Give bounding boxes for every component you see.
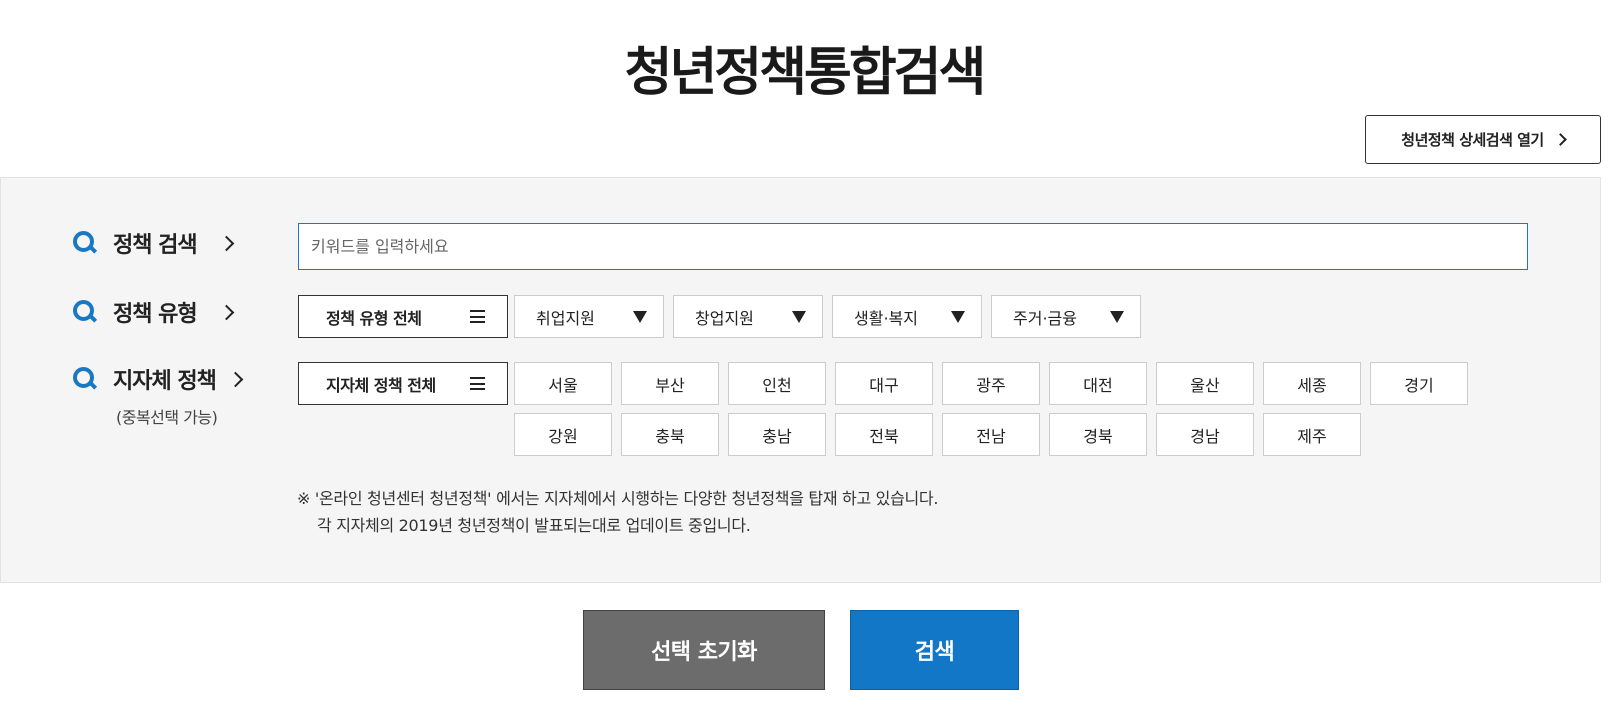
search-panel: 정책 검색 정책 유형 정책 유형 전체 취업지원 창업지원 생활·복지 주거·… — [0, 177, 1601, 583]
policy-type-dropdown-housing[interactable]: 주거·금융 — [991, 295, 1141, 338]
policy-type-dropdown-welfare[interactable]: 생활·복지 — [832, 295, 982, 338]
caret-down-icon — [951, 310, 965, 323]
local-policy-all-button[interactable]: 지자체 정책 전체 — [298, 362, 508, 405]
region-button-chungbuk[interactable]: 충북 — [621, 413, 719, 456]
multi-select-hint: (중복선택 가능) — [116, 408, 218, 427]
policy-type-all-button[interactable]: 정책 유형 전체 — [298, 295, 508, 338]
dropdown-label: 취업지원 — [536, 308, 595, 328]
local-policy-row-label: 지자체 정책 — [71, 363, 244, 395]
page-title: 청년정책통합검색 — [624, 43, 987, 103]
notice-text: ※ '온라인 청년센터 청년정책' 에서는 지자체에서 시행하는 다양한 청년정… — [297, 485, 938, 539]
search-icon — [71, 298, 99, 326]
region-button-chungnam[interactable]: 충남 — [728, 413, 826, 456]
chevron-right-icon — [218, 235, 234, 251]
policy-type-all-label: 정책 유형 전체 — [326, 308, 422, 328]
region-button-jeju[interactable]: 제주 — [1263, 413, 1361, 456]
notice-line-1: ※ '온라인 청년센터 청년정책' 에서는 지자체에서 시행하는 다양한 청년정… — [297, 489, 939, 508]
region-button-jeonnam[interactable]: 전남 — [942, 413, 1040, 456]
region-button-sejong[interactable]: 세종 — [1263, 362, 1361, 405]
region-button-gyeongnam[interactable]: 경남 — [1156, 413, 1254, 456]
dropdown-label: 생활·복지 — [854, 308, 918, 328]
keyword-search-input[interactable] — [298, 223, 1528, 270]
search-icon — [71, 229, 99, 257]
region-button-gyeongbuk[interactable]: 경북 — [1049, 413, 1147, 456]
menu-icon — [470, 377, 485, 390]
region-button-gyeonggi[interactable]: 경기 — [1370, 362, 1468, 405]
region-button-gwangju[interactable]: 광주 — [942, 362, 1040, 405]
dropdown-label: 창업지원 — [695, 308, 754, 328]
caret-down-icon — [1110, 310, 1124, 323]
caret-down-icon — [633, 310, 647, 323]
region-button-busan[interactable]: 부산 — [621, 362, 719, 405]
menu-icon — [470, 310, 485, 323]
region-button-daejeon[interactable]: 대전 — [1049, 362, 1147, 405]
detail-search-toggle-button[interactable]: 청년정책 상세검색 열기 — [1365, 115, 1601, 164]
region-button-incheon[interactable]: 인천 — [728, 362, 826, 405]
chevron-right-icon — [227, 371, 244, 387]
policy-type-row-label: 정책 유형 — [71, 296, 234, 328]
keyword-label: 정책 검색 — [113, 233, 198, 258]
search-icon — [71, 365, 99, 393]
keyword-row-label: 정책 검색 — [71, 227, 234, 259]
region-button-gangwon[interactable]: 강원 — [514, 413, 612, 456]
detail-search-toggle-label: 청년정책 상세검색 열기 — [1401, 131, 1544, 149]
chevron-right-icon — [218, 304, 234, 320]
region-button-jeonbuk[interactable]: 전북 — [835, 413, 933, 456]
reset-selection-button[interactable]: 선택 초기화 — [583, 610, 825, 690]
local-policy-all-label: 지자체 정책 전체 — [326, 375, 436, 395]
policy-type-dropdown-employment[interactable]: 취업지원 — [514, 295, 664, 338]
policy-type-dropdown-startup[interactable]: 창업지원 — [673, 295, 823, 338]
dropdown-label: 주거·금융 — [1013, 308, 1077, 328]
region-button-ulsan[interactable]: 울산 — [1156, 362, 1254, 405]
chevron-right-icon — [1553, 133, 1567, 146]
policy-type-label: 정책 유형 — [113, 302, 198, 327]
region-button-seoul[interactable]: 서울 — [514, 362, 612, 405]
search-button[interactable]: 검색 — [850, 610, 1019, 690]
region-button-daegu[interactable]: 대구 — [835, 362, 933, 405]
caret-down-icon — [792, 310, 806, 323]
local-policy-label: 지자체 정책 — [113, 369, 217, 394]
notice-line-2: 각 지자체의 2019년 청년정책이 발표되는대로 업데이트 중입니다. — [317, 516, 751, 535]
